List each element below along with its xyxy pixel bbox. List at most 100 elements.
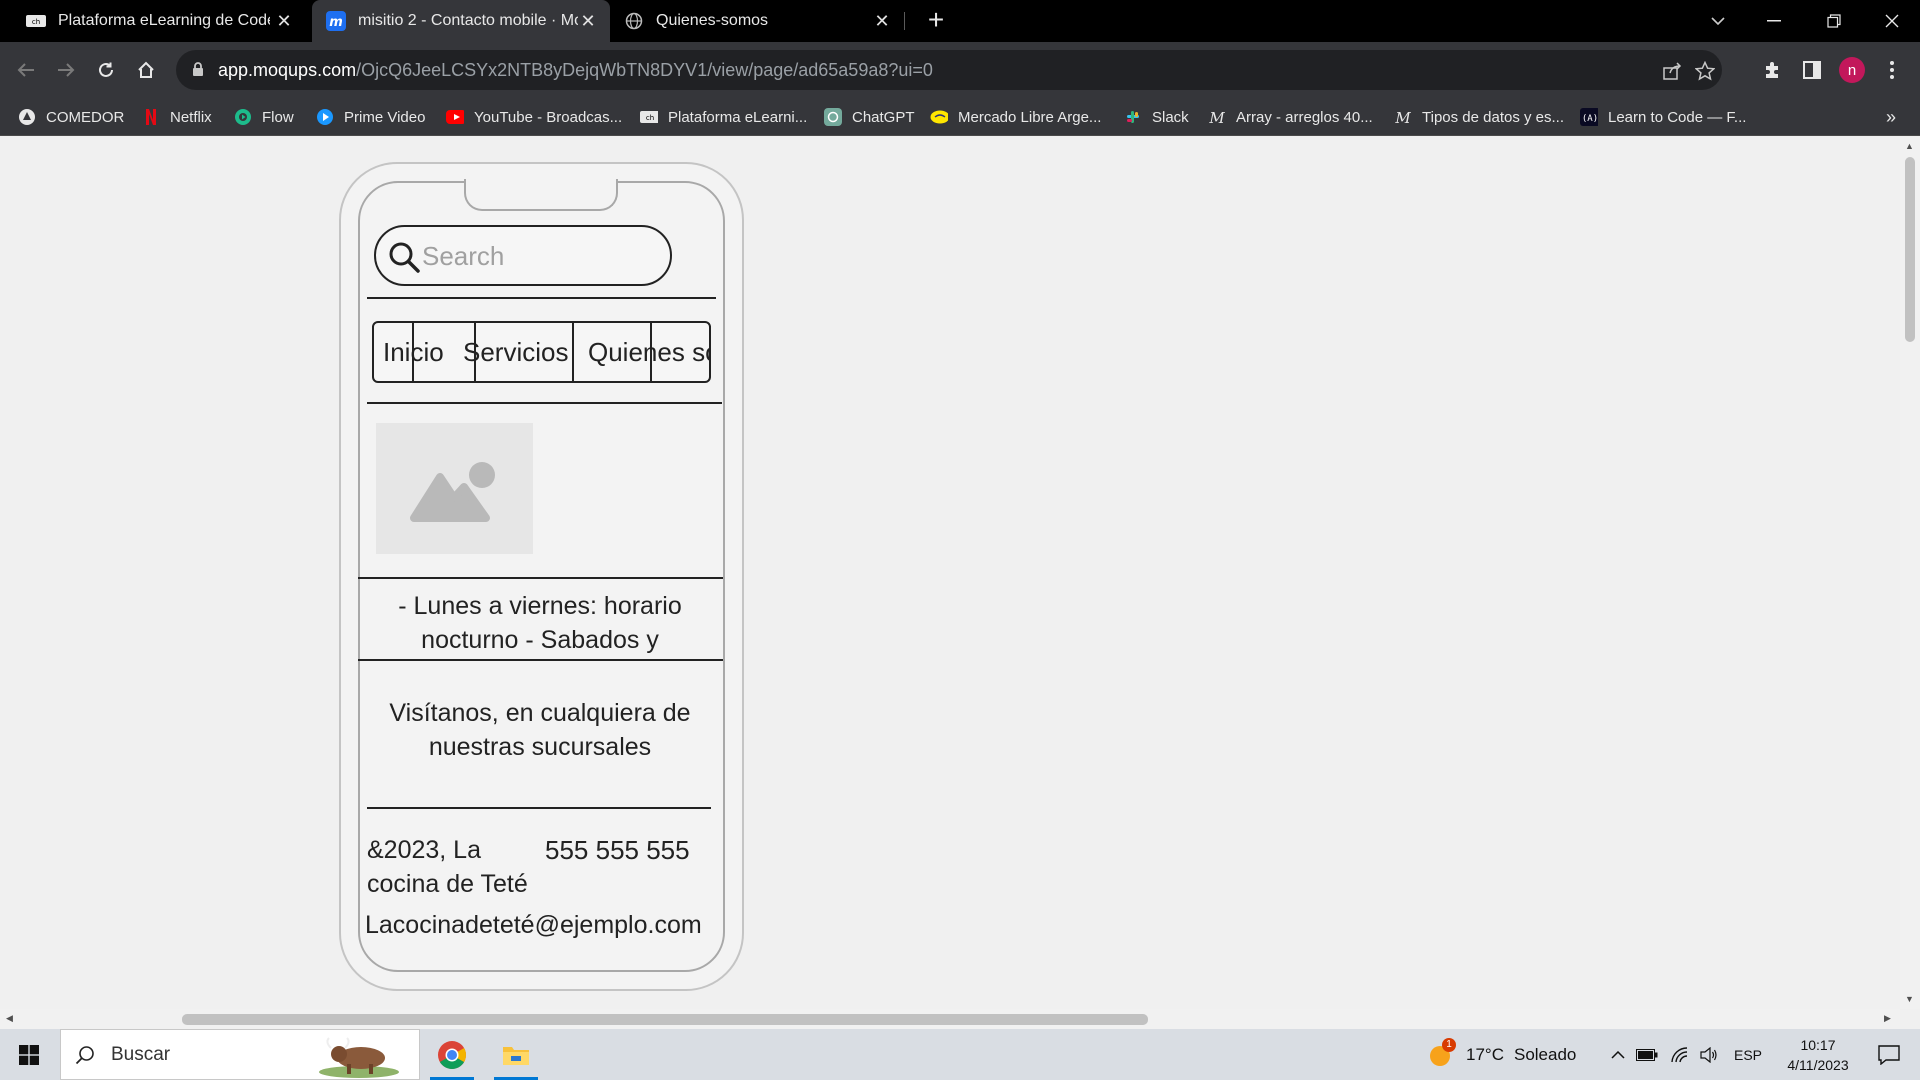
windows-icon	[19, 1044, 39, 1065]
bookmark-array[interactable]: M Array - arreglos 40...	[1208, 98, 1372, 136]
close-tab-icon[interactable]: ✕	[872, 11, 892, 31]
address-bar[interactable]: app.moqups.com/OjcQ6JeeLCSYx2NTB8yDejqWb…	[176, 50, 1722, 90]
nav-divider	[650, 323, 652, 381]
bookmark-label: Tipos de datos y es...	[1422, 108, 1565, 126]
page-viewport: Search Inicio Servicios Quienes somos - …	[0, 137, 1900, 1009]
extensions-button[interactable]	[1754, 52, 1790, 88]
divider	[367, 297, 716, 299]
language-indicator[interactable]: ESP	[1730, 1029, 1766, 1080]
coderhouse-icon: ch	[640, 108, 658, 126]
bookmark-netflix[interactable]: Netflix	[142, 98, 212, 136]
vertical-scrollbar[interactable]: ▲ ▼	[1900, 137, 1920, 1009]
svg-text:ch: ch	[32, 18, 40, 26]
url-text: app.moqups.com/OjcQ6JeeLCSYx2NTB8yDejqWb…	[218, 60, 933, 81]
taskbar-file-explorer[interactable]	[488, 1029, 544, 1080]
scrollbar-thumb[interactable]	[1905, 157, 1915, 342]
mercadolibre-icon	[930, 108, 948, 126]
start-button[interactable]	[0, 1029, 58, 1080]
tab-moqups[interactable]: m misitio 2 - Contacto mobile · Moqups ✕	[312, 0, 610, 42]
prime-video-icon	[316, 108, 334, 126]
share-icon[interactable]	[1662, 60, 1684, 82]
scroll-right-icon[interactable]: ▶	[1884, 1013, 1891, 1024]
divider	[367, 402, 722, 404]
notifications-button[interactable]	[1864, 1029, 1914, 1080]
bookmark-prime-video[interactable]: Prime Video	[316, 98, 425, 136]
bookmark-star-icon[interactable]	[1694, 60, 1716, 82]
bookmark-tipos-de-datos[interactable]: M Tipos de datos y es...	[1394, 98, 1564, 136]
m-icon: M	[1208, 108, 1226, 126]
speaker-icon	[1700, 1046, 1717, 1063]
battery-button[interactable]	[1634, 1029, 1660, 1080]
search-highlight-illustration	[317, 1034, 401, 1078]
taskbar-search-box[interactable]: Buscar	[60, 1029, 420, 1080]
system-clock[interactable]: 10:17 4/11/2023	[1770, 1035, 1866, 1075]
nav-item-servicios[interactable]: Servicios	[463, 337, 568, 368]
network-button[interactable]	[1666, 1029, 1692, 1080]
browser-toolbar: app.moqups.com/OjcQ6JeeLCSYx2NTB8yDejqWb…	[0, 42, 1920, 98]
hours-line: nocturno - Sabados y	[421, 626, 659, 654]
scroll-left-icon[interactable]: ◀	[6, 1013, 13, 1024]
show-hidden-icons-button[interactable]	[1606, 1029, 1630, 1080]
close-tab-icon[interactable]: ✕	[578, 11, 598, 31]
close-icon	[1885, 14, 1899, 28]
side-panel-button[interactable]	[1794, 52, 1830, 88]
volume-button[interactable]	[1696, 1029, 1722, 1080]
divider	[358, 577, 723, 579]
coderhouse-icon: ch	[26, 11, 46, 31]
chevron-up-icon	[1611, 1050, 1625, 1059]
bookmark-chatgpt[interactable]: ChatGPT	[824, 98, 915, 136]
image-placeholder	[376, 423, 533, 554]
scroll-down-icon[interactable]: ▼	[1905, 994, 1914, 1004]
scroll-up-icon[interactable]: ▲	[1905, 141, 1914, 151]
scrollbar-thumb[interactable]	[182, 1014, 1148, 1025]
bookmark-label: COMEDOR	[46, 108, 125, 126]
tab-coderhouse[interactable]: ch Plataforma eLearning de Coderhouse ✕	[14, 0, 306, 42]
taskbar-search-label: Buscar	[111, 1043, 171, 1065]
bookmark-slack[interactable]: Slack	[1124, 98, 1189, 136]
tab-search-button[interactable]	[1690, 0, 1746, 42]
close-tab-icon[interactable]: ✕	[274, 11, 294, 31]
battery-icon	[1636, 1048, 1658, 1061]
mockup-search-input[interactable]: Search	[374, 225, 672, 286]
close-window-button[interactable]	[1864, 0, 1920, 42]
bookmark-mercadolibre[interactable]: Mercado Libre Arge...	[930, 98, 1101, 136]
home-button[interactable]	[128, 52, 164, 88]
phone-notch-mask	[466, 177, 616, 183]
footer-email[interactable]: Lacocinadeteté@ejemplo.com	[365, 911, 702, 940]
notification-icon	[1878, 1044, 1900, 1065]
netflix-icon	[142, 108, 160, 126]
restore-button[interactable]	[1806, 0, 1862, 42]
back-button[interactable]	[8, 52, 44, 88]
nav-divider	[572, 323, 574, 381]
menu-button[interactable]	[1874, 52, 1910, 88]
clock-date: 4/11/2023	[1787, 1057, 1849, 1073]
nav-divider	[412, 323, 414, 381]
bookmark-flow[interactable]: Flow	[234, 98, 294, 136]
search-icon	[75, 1045, 95, 1065]
new-tab-button[interactable]: +	[922, 6, 950, 35]
bookmarks-overflow-button[interactable]: »	[1886, 98, 1896, 136]
minimize-icon	[1767, 20, 1781, 22]
weather-widget[interactable]: 1 17°C Soleado	[1428, 1029, 1588, 1080]
tab-separator	[904, 12, 905, 30]
profile-button[interactable]: n	[1834, 52, 1870, 88]
taskbar-chrome[interactable]	[424, 1029, 480, 1080]
visit-text: Visítanos, en cualquiera de nuestras suc…	[364, 696, 716, 764]
sun-icon: 1	[1428, 1037, 1456, 1068]
horizontal-scrollbar[interactable]: ◀ ▶	[0, 1009, 1900, 1029]
visit-line: nuestras sucursales	[428, 733, 652, 761]
copyright-line: cocina de Teté	[367, 870, 528, 898]
tab-quienes-somos[interactable]: Quienes-somos ✕	[614, 0, 904, 42]
kebab-menu-icon	[1890, 61, 1894, 79]
bookmark-youtube[interactable]: YouTube - Broadcas...	[446, 98, 622, 136]
weather-condition: Soleado	[1513, 1044, 1577, 1064]
bookmark-comedor[interactable]: COMEDOR	[18, 98, 124, 136]
bookmark-learn-to-code[interactable]: (A) Learn to Code — F...	[1580, 98, 1746, 136]
forward-button[interactable]	[48, 52, 84, 88]
reload-icon	[99, 62, 113, 77]
comedor-icon	[18, 108, 36, 126]
bookmark-label: Slack	[1152, 108, 1189, 126]
minimize-button[interactable]	[1746, 0, 1802, 42]
bookmark-coderhouse[interactable]: ch Plataforma eLearni...	[640, 98, 807, 136]
reload-button[interactable]	[88, 52, 124, 88]
